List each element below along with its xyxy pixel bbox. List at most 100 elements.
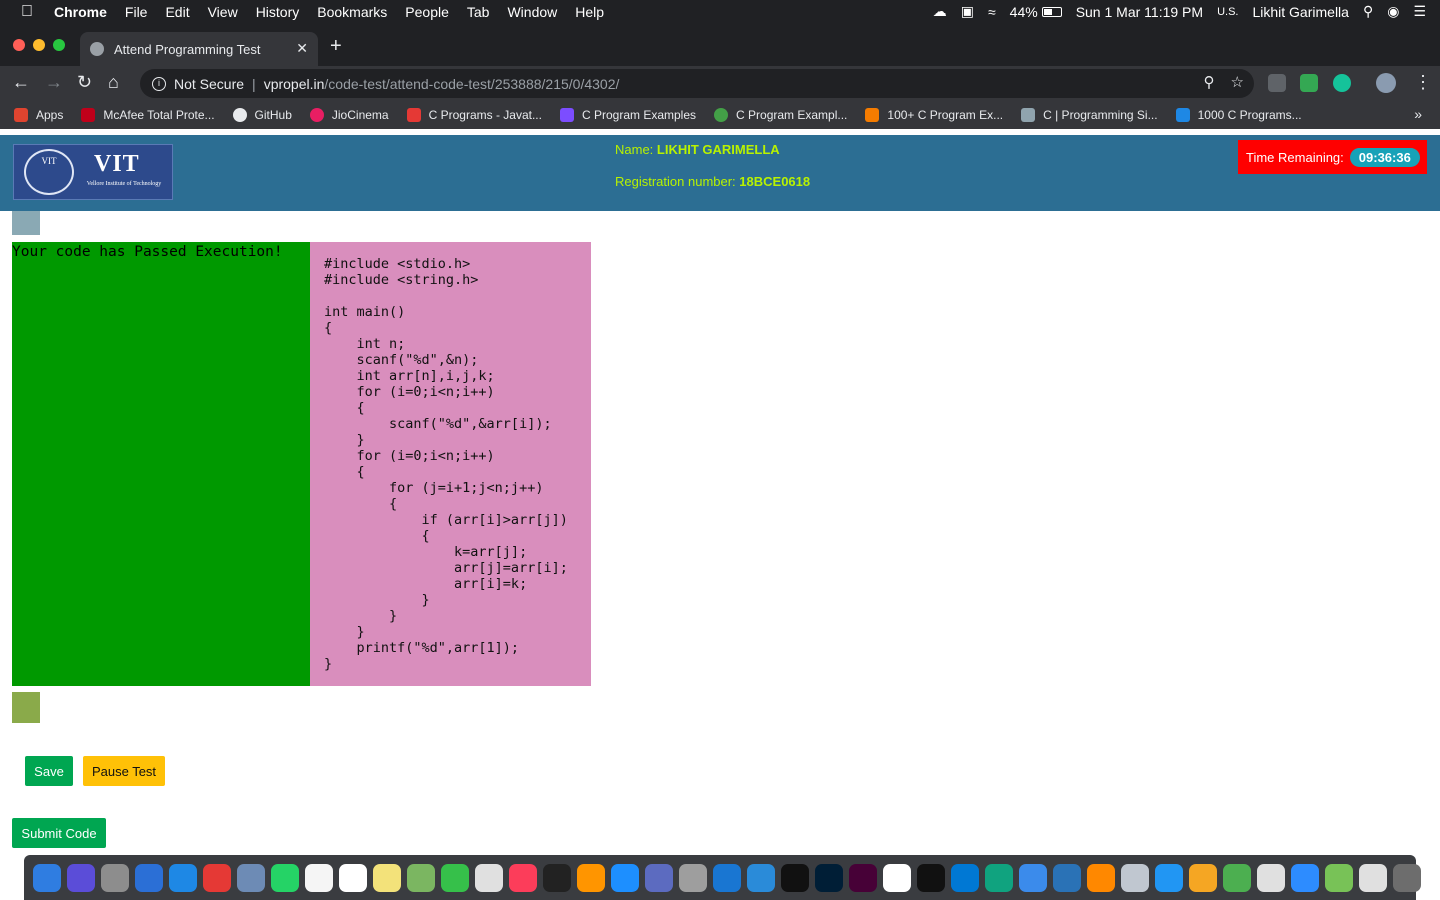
dock-app-icon[interactable] (203, 863, 231, 892)
notification-center-icon[interactable]: ☰ (1413, 3, 1426, 20)
dock-app-icon[interactable] (407, 863, 435, 892)
name-label: Name: (615, 142, 657, 157)
dock-app-icon[interactable] (883, 863, 911, 892)
execution-result-panel: Your code has Passed Execution! (12, 242, 310, 686)
dock-app-icon[interactable] (985, 863, 1013, 892)
dock-app-icon[interactable] (1291, 863, 1319, 892)
home-button[interactable]: ⌂ (108, 72, 119, 93)
menu-extra-icon[interactable]: ▣ (961, 3, 974, 20)
dock-app-icon[interactable] (1223, 863, 1251, 892)
dock-app-icon[interactable] (849, 863, 877, 892)
zoom-icon[interactable]: ⚲ (1204, 73, 1215, 91)
bookmark-c-program-examples[interactable]: C Program Examples (559, 108, 696, 122)
clock[interactable]: Sun 1 Mar 11:19 PM (1076, 4, 1203, 20)
bookmark-github[interactable]: GitHub (232, 108, 292, 122)
creative-cloud-icon[interactable]: ☁ (933, 3, 947, 20)
dock-app-icon[interactable] (1155, 863, 1183, 892)
dock-app-icon[interactable] (101, 863, 129, 892)
dock-app-icon[interactable] (543, 863, 571, 892)
apple-menu-icon[interactable]:  (0, 3, 54, 21)
dock-app-icon[interactable] (611, 863, 639, 892)
url-host[interactable]: vpropel.in (264, 76, 325, 92)
menu-people[interactable]: People (405, 4, 449, 20)
new-tab-button[interactable]: + (330, 35, 342, 58)
menu-file[interactable]: File (125, 4, 148, 20)
bookmark-javatpoint[interactable]: C Programs - Javat... (406, 108, 542, 122)
close-tab-icon[interactable]: ✕ (296, 40, 308, 57)
dock-app-icon[interactable] (1019, 863, 1047, 892)
menu-edit[interactable]: Edit (165, 4, 189, 20)
bookmark-c-programming-si[interactable]: C | Programming Si... (1021, 108, 1158, 122)
dock-app-icon[interactable] (475, 863, 503, 892)
url-path[interactable]: /code-test/attend-code-test/253888/215/0… (324, 76, 619, 92)
forward-button[interactable]: → (45, 72, 63, 93)
dock-app-icon[interactable] (1393, 863, 1421, 892)
extension-mail-icon[interactable] (1300, 74, 1318, 92)
save-button[interactable]: Save (25, 756, 73, 786)
menu-bookmarks[interactable]: Bookmarks (317, 4, 387, 20)
menu-help[interactable]: Help (575, 4, 604, 20)
grammarly-icon[interactable] (1333, 74, 1351, 92)
more-bookmarks-icon[interactable]: » (1414, 106, 1422, 122)
dock-app-icon[interactable] (271, 863, 299, 892)
menu-history[interactable]: History (256, 4, 300, 20)
dock-app-icon[interactable] (441, 863, 469, 892)
dock-app-icon[interactable] (1121, 863, 1149, 892)
menu-view[interactable]: View (208, 4, 238, 20)
dock-app-icon[interactable] (713, 863, 741, 892)
dock-app-icon[interactable] (679, 863, 707, 892)
dock-app-icon[interactable] (951, 863, 979, 892)
dock-app-icon[interactable] (577, 863, 605, 892)
bookmark-star-icon[interactable]: ☆ (1231, 73, 1244, 91)
dock-app-icon[interactable] (67, 863, 95, 892)
submit-code-button[interactable]: Submit Code (12, 818, 106, 848)
dock-app-icon[interactable] (1189, 863, 1217, 892)
tab-attend-programming-test[interactable]: Attend Programming Test ✕ (80, 32, 318, 66)
spotlight-search-icon[interactable]: ⚲ (1363, 3, 1373, 20)
dock-app-icon[interactable] (509, 863, 537, 892)
zoom-window-button[interactable] (53, 39, 65, 51)
bookmark-100-c-programs[interactable]: 100+ C Program Ex... (865, 108, 1003, 122)
dock-app-icon[interactable] (135, 863, 163, 892)
dock-app-icon[interactable] (1087, 863, 1115, 892)
close-window-button[interactable] (13, 39, 25, 51)
dock-app-icon[interactable] (1325, 863, 1353, 892)
dock-app-icon[interactable] (1359, 863, 1387, 892)
menu-tab[interactable]: Tab (467, 4, 490, 20)
dock-app-icon[interactable] (373, 863, 401, 892)
dock-app-icon[interactable] (169, 863, 197, 892)
menu-window[interactable]: Window (507, 4, 557, 20)
back-button[interactable]: ← (12, 72, 30, 93)
dock-app-icon[interactable] (305, 863, 333, 892)
reload-button[interactable]: ↻ (77, 72, 92, 93)
security-label[interactable]: Not Secure (174, 76, 244, 92)
info-icon[interactable]: i (152, 76, 166, 91)
bookmark-jiocinema[interactable]: JioCinema (309, 108, 389, 122)
input-source[interactable]: U.S. (1217, 6, 1238, 18)
extension-icon[interactable] (1268, 74, 1286, 92)
bookmark-mcafee[interactable]: McAfee Total Prote... (81, 108, 215, 122)
menu-app-chrome[interactable]: Chrome (54, 4, 107, 20)
bookmark-1000-c-programs[interactable]: 1000 C Programs... (1175, 108, 1302, 122)
dock-app-icon[interactable] (1257, 863, 1285, 892)
dock-app-icon[interactable] (747, 863, 775, 892)
battery-status[interactable]: 44% (1010, 4, 1062, 20)
dock-app-icon[interactable] (781, 863, 809, 892)
address-bar[interactable]: i Not Secure | vpropel.in/code-test/atte… (140, 69, 1254, 98)
bookmark-apps[interactable]: Apps (14, 108, 63, 122)
dock-app-icon[interactable] (815, 863, 843, 892)
dock-app-icon[interactable] (339, 863, 367, 892)
bookmark-c-program-exampl[interactable]: C Program Exampl... (714, 108, 847, 122)
dock-app-icon[interactable] (917, 863, 945, 892)
profile-avatar[interactable] (1376, 73, 1396, 93)
minimize-window-button[interactable] (33, 39, 45, 51)
wifi-icon[interactable]: ≈ (988, 4, 996, 20)
chrome-menu-icon[interactable]: ⋮ (1414, 72, 1432, 93)
pause-test-button[interactable]: Pause Test (83, 756, 165, 786)
dock-app-icon[interactable] (645, 863, 673, 892)
dock-app-icon[interactable] (237, 863, 265, 892)
user-name[interactable]: Likhit Garimella (1252, 4, 1348, 20)
dock-app-icon[interactable] (33, 863, 61, 892)
dock-app-icon[interactable] (1053, 863, 1081, 892)
siri-icon[interactable]: ◉ (1387, 3, 1399, 20)
